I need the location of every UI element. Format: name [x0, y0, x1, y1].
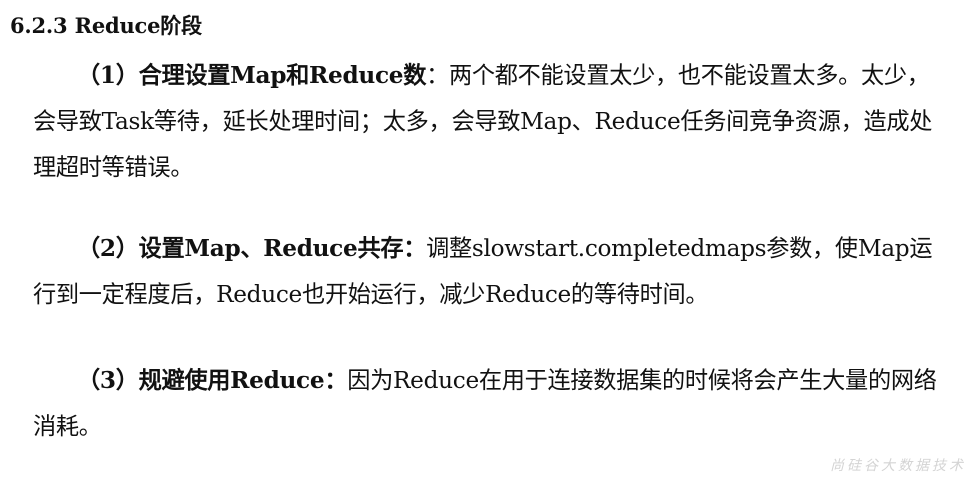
paragraph-avoid-reduce: （3）规避使用Reduce：因为Reduce在用于连接数据集的时候将会产生大量的… — [33, 358, 938, 450]
paragraph-lead: （2）设置Map、Reduce共存： — [77, 235, 427, 262]
paragraph-lead: （1）合理设置Map和Reduce数 — [77, 62, 427, 89]
watermark: 尚硅谷大数据技术 — [830, 458, 966, 474]
paragraph-map-reduce-coexist: （2）设置Map、Reduce共存：调整slowstart.completedm… — [33, 226, 938, 318]
document-page: 6.2.3 Reduce阶段 （1）合理设置Map和Reduce数：两个都不能设… — [0, 0, 974, 477]
paragraph-lead: （3）规避使用Reduce： — [77, 367, 348, 394]
paragraph-map-reduce-count: （1）合理设置Map和Reduce数：两个都不能设置太少，也不能设置太多。太少，… — [33, 53, 938, 191]
section-heading: 6.2.3 Reduce阶段 — [10, 13, 202, 38]
